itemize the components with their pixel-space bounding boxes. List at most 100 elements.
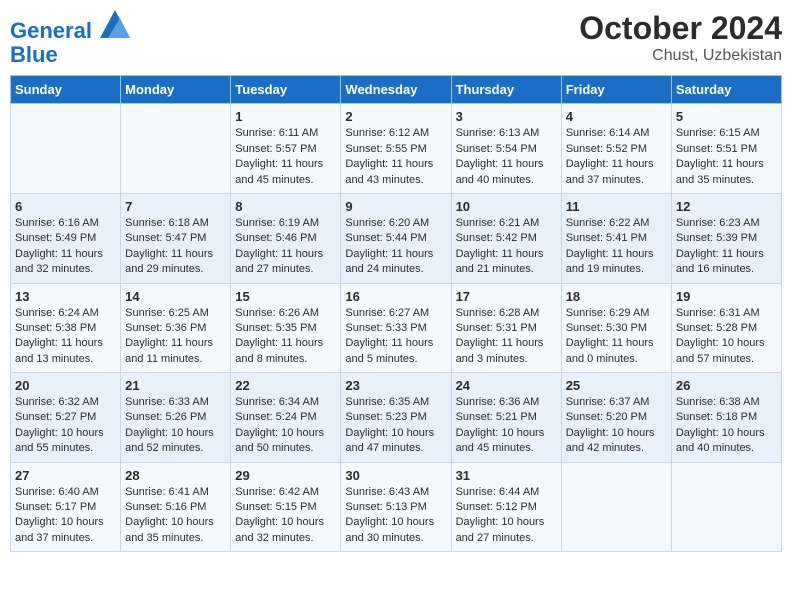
- day-info-line: Daylight: 11 hours and 0 minutes.: [566, 337, 654, 364]
- day-info: Sunrise: 6:26 AMSunset: 5:35 PMDaylight:…: [235, 306, 336, 368]
- day-cell: 1 Sunrise: 6:11 AMSunset: 5:57 PMDaylight…: [231, 104, 341, 194]
- day-info: Sunrise: 6:44 AM Sunset: 5:12 PM Daylight:…: [456, 485, 557, 547]
- day-cell: 8Sunrise: 6:19 AMSunset: 5:46 PMDaylight…: [231, 193, 341, 283]
- day-info-line: Daylight: 10 hours and 40 minutes.: [676, 427, 765, 454]
- day-info-line: Sunrise: 6:43 AM: [345, 486, 429, 498]
- day-cell: 31 Sunrise: 6:44 AM Sunset: 5:12 PM Dayligh…: [451, 462, 561, 552]
- day-info-line: Sunset: 5:12 PM: [456, 501, 537, 513]
- day-info: Sunrise: 6:18 AMSunset: 5:47 PMDaylight:…: [125, 216, 226, 278]
- day-cell: 29Sunrise: 6:42 AMSunset: 5:15 PMDayligh…: [231, 462, 341, 552]
- day-info: Sunrise: 6:14 AMSunset: 5:52 PMDaylight:…: [566, 126, 667, 188]
- day-cell: 13Sunrise: 6:24 AMSunset: 5:38 PMDayligh…: [11, 283, 121, 373]
- day-cell: 3Sunrise: 6:13 AMSunset: 5:54 PMDaylight…: [451, 104, 561, 194]
- day-number: 18: [566, 289, 667, 304]
- day-info-line: Sunset: 5:16 PM: [125, 501, 206, 513]
- day-info-line: Sunset: 5:47 PM: [125, 232, 206, 244]
- day-cell: 22Sunrise: 6:34 AMSunset: 5:24 PMDayligh…: [231, 373, 341, 463]
- day-number: 1: [235, 109, 336, 124]
- day-cell: 18 Sunrise: 6:29 AM Sunset: 5:30 PM Dayligh…: [561, 283, 671, 373]
- day-info-line: Daylight: 11 hours and 21 minutes.: [456, 248, 544, 275]
- day-number: 19: [676, 289, 777, 304]
- day-cell: 23Sunrise: 6:35 AMSunset: 5:23 PMDayligh…: [341, 373, 451, 463]
- day-number: 21: [125, 378, 226, 393]
- day-cell: 30 Sunrise: 6:43 AMSunset: 5:13 PMDayligh…: [341, 462, 451, 552]
- day-info-line: Sunrise: 6:18 AM: [125, 217, 209, 229]
- day-info-line: Sunset: 5:21 PM: [456, 411, 537, 423]
- day-number: 15: [235, 289, 336, 304]
- day-number: 6: [15, 199, 116, 214]
- day-info-line: Daylight: 10 hours and 50 minutes.: [235, 427, 324, 454]
- day-info-line: Sunrise: 6:29 AM: [566, 307, 650, 319]
- day-info-line: Sunset: 5:27 PM: [15, 411, 96, 423]
- logo-text: General: [10, 10, 130, 43]
- day-info-line: Sunset: 5:26 PM: [125, 411, 206, 423]
- day-number: 4: [566, 109, 667, 124]
- day-number: 25: [566, 378, 667, 393]
- day-info-line: Sunrise: 6:27 AM: [345, 307, 429, 319]
- day-info-line: Sunrise: 6:42 AM: [235, 486, 319, 498]
- day-cell: 20Sunrise: 6:32 AMSunset: 5:27 PMDayligh…: [11, 373, 121, 463]
- day-number: 30: [345, 468, 446, 483]
- day-info: Sunrise: 6:24 AMSunset: 5:38 PMDaylight:…: [15, 306, 116, 368]
- day-info: Sunrise: 6:43 AMSunset: 5:13 PMDaylight:…: [345, 485, 446, 547]
- day-info: Sunrise: 6:16 AMSunset: 5:49 PMDaylight:…: [15, 216, 116, 278]
- day-info: Sunrise: 6:28 AMSunset: 5:31 PMDaylight:…: [456, 306, 557, 368]
- day-info-line: Sunrise: 6:37 AM: [566, 396, 650, 408]
- day-info-line: Sunset: 5:55 PM: [345, 143, 426, 155]
- day-cell: 9Sunrise: 6:20 AMSunset: 5:44 PMDaylight…: [341, 193, 451, 283]
- day-info-line: Daylight: 11 hours and 11 minutes.: [125, 337, 213, 364]
- day-number: 8: [235, 199, 336, 214]
- day-info-line: Daylight: 11 hours and 3 minutes.: [456, 337, 544, 364]
- day-info-line: Sunrise: 6:15 AM: [676, 127, 760, 139]
- day-info-line: Daylight: 10 hours and 52 minutes.: [125, 427, 214, 454]
- day-cell: 14Sunrise: 6:25 AMSunset: 5:36 PMDayligh…: [121, 283, 231, 373]
- day-number: 23: [345, 378, 446, 393]
- day-info: Sunrise: 6:37 AMSunset: 5:20 PMDaylight:…: [566, 395, 667, 457]
- day-info-line: Sunset: 5:52 PM: [566, 143, 647, 155]
- logo-icon: [100, 10, 130, 38]
- day-cell: 4 Sunrise: 6:14 AMSunset: 5:52 PMDaylight…: [561, 104, 671, 194]
- day-number: 20: [15, 378, 116, 393]
- day-info: Sunrise: 6:11 AMSunset: 5:57 PMDaylight:…: [235, 126, 336, 188]
- day-cell: 25 Sunrise: 6:37 AMSunset: 5:20 PMDayligh…: [561, 373, 671, 463]
- day-info: Sunrise: 6:20 AMSunset: 5:44 PMDaylight:…: [345, 216, 446, 278]
- day-info-line: Daylight: 10 hours and 32 minutes.: [235, 516, 324, 543]
- page-header: General Blue October 2024 Chust, Uzbekis…: [10, 10, 782, 67]
- day-info-line: Sunset: 5:17 PM: [15, 501, 96, 513]
- day-info-line: Daylight: 11 hours and 16 minutes.: [676, 248, 764, 275]
- day-number: 2: [345, 109, 446, 124]
- weekday-header-monday: Monday: [121, 76, 231, 104]
- title-block: October 2024 Chust, Uzbekistan: [579, 10, 782, 65]
- day-info-line: Sunset: 5:15 PM: [235, 501, 316, 513]
- day-cell: 10Sunrise: 6:21 AMSunset: 5:42 PMDayligh…: [451, 193, 561, 283]
- day-number: 14: [125, 289, 226, 304]
- day-info-line: Sunrise: 6:31 AM: [676, 307, 760, 319]
- day-info-line: Sunset: 5:30 PM: [566, 322, 647, 334]
- day-cell: 15 Sunrise: 6:26 AMSunset: 5:35 PMDayligh…: [231, 283, 341, 373]
- weekday-header-wednesday: Wednesday: [341, 76, 451, 104]
- day-info: Sunrise: 6:33 AMSunset: 5:26 PMDaylight:…: [125, 395, 226, 457]
- day-info-line: Sunrise: 6:23 AM: [676, 217, 760, 229]
- day-cell: 2Sunrise: 6:12 AMSunset: 5:55 PMDaylight…: [341, 104, 451, 194]
- day-info-line: Daylight: 10 hours and 30 minutes.: [345, 516, 434, 543]
- day-cell: [11, 104, 121, 194]
- day-info: Sunrise: 6:40 AMSunset: 5:17 PMDaylight:…: [15, 485, 116, 547]
- day-info-line: Sunrise: 6:44 AM: [456, 486, 540, 498]
- day-cell: [561, 462, 671, 552]
- day-number: 28: [125, 468, 226, 483]
- day-number: 31: [456, 468, 557, 483]
- week-row-2: 6 Sunrise: 6:16 AMSunset: 5:49 PMDaylight…: [11, 193, 782, 283]
- day-info-line: Sunset: 5:49 PM: [15, 232, 96, 244]
- day-info-line: Sunset: 5:36 PM: [125, 322, 206, 334]
- day-info-line: Daylight: 10 hours and 27 minutes.: [456, 516, 545, 543]
- day-info: Sunrise: 6:31 AMSunset: 5:28 PMDaylight:…: [676, 306, 777, 368]
- day-info-line: Daylight: 10 hours and 37 minutes.: [15, 516, 104, 543]
- day-info-line: Sunset: 5:39 PM: [676, 232, 757, 244]
- day-cell: 11Sunrise: 6:22 AMSunset: 5:41 PMDayligh…: [561, 193, 671, 283]
- day-cell: 21 Sunrise: 6:33 AMSunset: 5:26 PMDayligh…: [121, 373, 231, 463]
- month-title: October 2024: [579, 10, 782, 47]
- day-number: 5: [676, 109, 777, 124]
- day-number: 22: [235, 378, 336, 393]
- day-info-line: Sunset: 5:23 PM: [345, 411, 426, 423]
- weekday-header-thursday: Thursday: [451, 76, 561, 104]
